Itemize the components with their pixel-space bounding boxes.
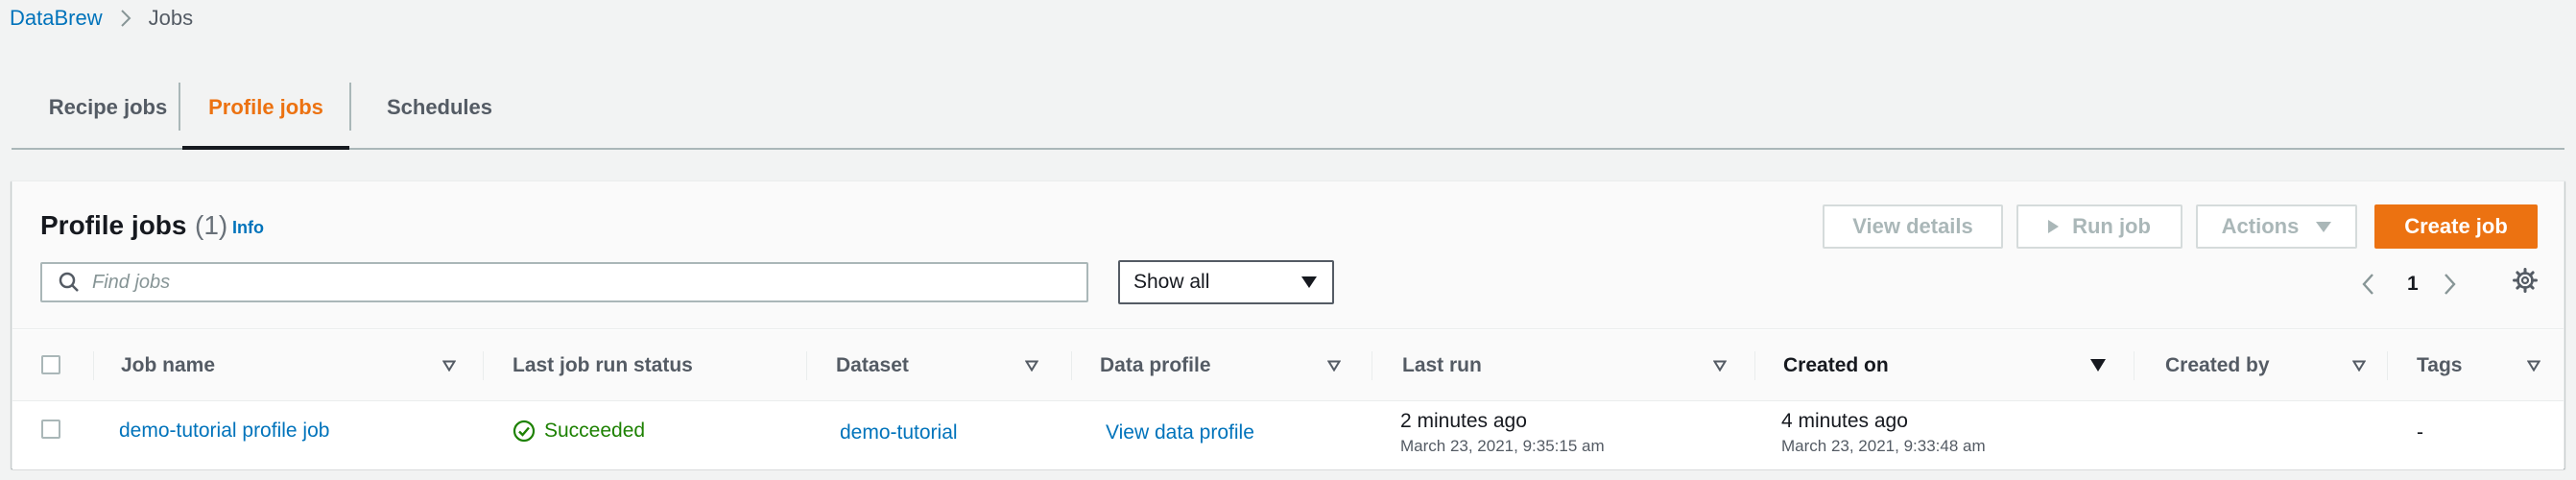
job-status-label: Succeeded <box>544 420 646 442</box>
sort-icon[interactable] <box>2526 359 2541 376</box>
column-divider <box>483 351 484 380</box>
column-divider <box>1071 351 1072 380</box>
column-divider <box>93 351 94 380</box>
table-header: Job name Last job run status Dataset Dat… <box>12 330 2564 401</box>
job-count: (1) <box>195 210 228 240</box>
column-divider <box>2387 351 2388 380</box>
status-filter-select[interactable]: Show all <box>1118 260 1334 304</box>
run-job-button[interactable]: Run job <box>2016 204 2182 249</box>
create-job-button[interactable]: Create job <box>2374 204 2538 249</box>
search-icon <box>58 271 81 294</box>
column-divider <box>806 351 807 380</box>
actions-dropdown-button[interactable]: Actions <box>2196 204 2357 249</box>
actions-label: Actions <box>2221 214 2300 238</box>
info-link[interactable]: Info <box>232 218 264 238</box>
breadcrumb-current: Jobs <box>148 6 194 30</box>
column-header-created-on[interactable]: Created on <box>1783 330 1889 401</box>
select-all-checkbox[interactable] <box>41 355 60 374</box>
column-header-last-run[interactable]: Last run <box>1402 330 1482 401</box>
sort-icon[interactable] <box>2351 359 2367 376</box>
table-row[interactable]: demo-tutorial profile job Succeeded demo… <box>12 402 2564 469</box>
panel-title: Profile jobs <box>40 210 187 240</box>
caret-down-icon <box>1301 276 1317 288</box>
tab-divider <box>179 83 180 131</box>
last-run-date: March 23, 2021, 9:35:15 am <box>1400 437 1605 455</box>
column-divider <box>2134 351 2135 380</box>
sort-icon[interactable] <box>1712 359 1728 376</box>
column-header-tags[interactable]: Tags <box>2417 330 2462 401</box>
job-status: Succeeded <box>513 420 645 443</box>
tab-divider <box>349 83 351 131</box>
chevron-right-icon[interactable] <box>2444 270 2457 299</box>
chevron-left-icon[interactable] <box>2361 270 2374 299</box>
view-data-profile-link[interactable]: View data profile <box>1106 421 1254 444</box>
column-header-job-name[interactable]: Job name <box>121 330 215 401</box>
column-divider <box>1371 351 1372 380</box>
row-select-checkbox[interactable] <box>41 420 60 439</box>
column-header-data-profile[interactable]: Data profile <box>1100 330 1211 401</box>
created-on-date: March 23, 2021, 9:33:48 am <box>1781 437 1986 455</box>
status-success-icon <box>513 420 536 443</box>
tab-schedules[interactable]: Schedules <box>363 67 516 148</box>
last-run-relative: 2 minutes ago <box>1400 410 1527 432</box>
created-on-cell: 4 minutes ago March 23, 2021, 9:33:48 am <box>1781 410 1986 456</box>
column-divider <box>1754 351 1755 380</box>
search-box <box>40 262 1088 302</box>
search-input[interactable] <box>92 271 956 294</box>
run-job-label: Run job <box>2072 214 2151 238</box>
current-page-number[interactable]: 1 <box>2407 270 2419 299</box>
column-header-last-job-run-status[interactable]: Last job run status <box>513 330 693 401</box>
gear-icon[interactable] <box>2512 266 2539 295</box>
breadcrumb-databrew-link[interactable]: DataBrew <box>10 6 103 31</box>
column-header-created-by[interactable]: Created by <box>2165 330 2270 401</box>
tab-recipe-jobs[interactable]: Recipe jobs <box>29 67 187 148</box>
tags-cell: - <box>2417 421 2423 444</box>
job-type-tabs: Recipe jobs Profile jobs Schedules <box>12 67 2564 150</box>
breadcrumb: DataBrew Jobs <box>10 4 193 33</box>
sort-icon[interactable] <box>1024 359 1039 376</box>
chevron-right-icon <box>120 9 131 28</box>
sort-icon[interactable] <box>441 359 457 376</box>
dataset-link[interactable]: demo-tutorial <box>840 421 958 444</box>
created-on-relative: 4 minutes ago <box>1781 410 1908 432</box>
view-details-button[interactable]: View details <box>1823 204 2003 249</box>
view-details-label: View details <box>1852 214 1973 238</box>
profile-jobs-panel: Profile jobs (1) Info View details Run j… <box>12 180 2564 469</box>
tab-profile-jobs[interactable]: Profile jobs <box>182 67 349 150</box>
job-name-link[interactable]: demo-tutorial profile job <box>119 420 329 443</box>
column-header-dataset[interactable]: Dataset <box>836 330 909 401</box>
last-run-cell: 2 minutes ago March 23, 2021, 9:35:15 am <box>1400 410 1605 456</box>
status-filter-value: Show all <box>1133 271 1210 293</box>
sort-icon[interactable] <box>1326 359 1342 376</box>
create-job-label: Create job <box>2404 214 2508 238</box>
caret-down-icon <box>2316 221 2332 232</box>
play-icon <box>2048 220 2060 233</box>
sort-descending-icon[interactable] <box>2090 359 2106 377</box>
